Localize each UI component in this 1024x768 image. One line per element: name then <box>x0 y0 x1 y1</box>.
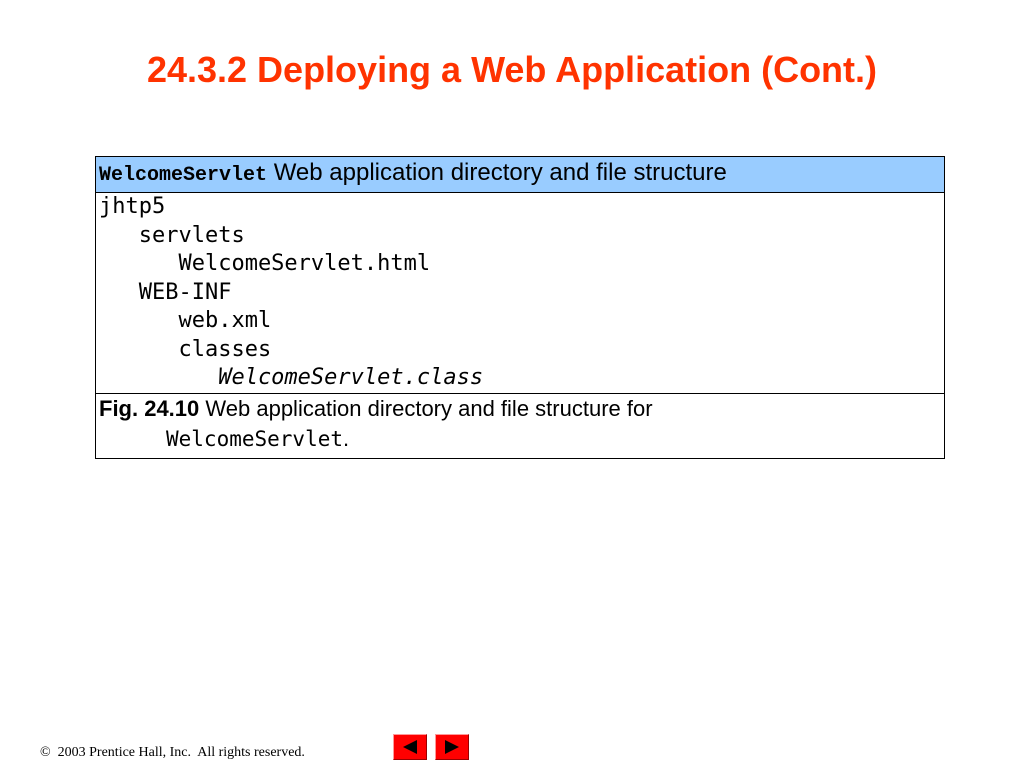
previous-slide-button[interactable] <box>393 734 427 760</box>
caption-line: Fig. 24.10 Web application directory and… <box>99 394 944 424</box>
caption-code: WelcomeServlet <box>166 426 344 451</box>
triangle-left-icon <box>403 740 417 754</box>
figure-table: WelcomeServlet Web application directory… <box>95 156 945 459</box>
triangle-right-icon <box>445 740 459 754</box>
tree-item: WEB-INF <box>99 279 232 305</box>
figure-caption-row: Fig. 24.10 Web application directory and… <box>95 392 945 459</box>
tree-item: servlets <box>99 222 245 248</box>
figure-header-row: WelcomeServlet Web application directory… <box>95 156 945 193</box>
directory-tree: jhtp5 servlets WelcomeServlet.html WEB-I… <box>95 192 945 394</box>
figure-header-code: WelcomeServlet <box>99 164 268 187</box>
tree-item: web.xml <box>99 308 272 333</box>
next-slide-button[interactable] <box>435 734 469 760</box>
tree-item: WelcomeServlet.class <box>99 365 484 390</box>
figure-header-cell: WelcomeServlet Web application directory… <box>95 156 945 193</box>
tree-item: classes <box>99 336 272 362</box>
directory-tree-row: jhtp5 servlets WelcomeServlet.html WEB-I… <box>95 192 945 394</box>
caption-period: . <box>343 425 350 451</box>
figure-caption: Fig. 24.10 Web application directory and… <box>95 392 945 459</box>
caption-text: Web application directory and file struc… <box>199 395 653 421</box>
tree-item: jhtp5 <box>99 194 166 219</box>
slide-title: 24.3.2 Deploying a Web Application (Cont… <box>146 49 878 90</box>
caption-label: Fig. 24.10 <box>99 395 200 421</box>
figure-header-text: Web application directory and file struc… <box>267 159 727 186</box>
footer-copyright: © 2003 Prentice Hall, Inc. All rights re… <box>40 745 305 760</box>
caption-line: WelcomeServlet. <box>99 424 944 454</box>
tree-item: WelcomeServlet.html <box>99 251 431 276</box>
